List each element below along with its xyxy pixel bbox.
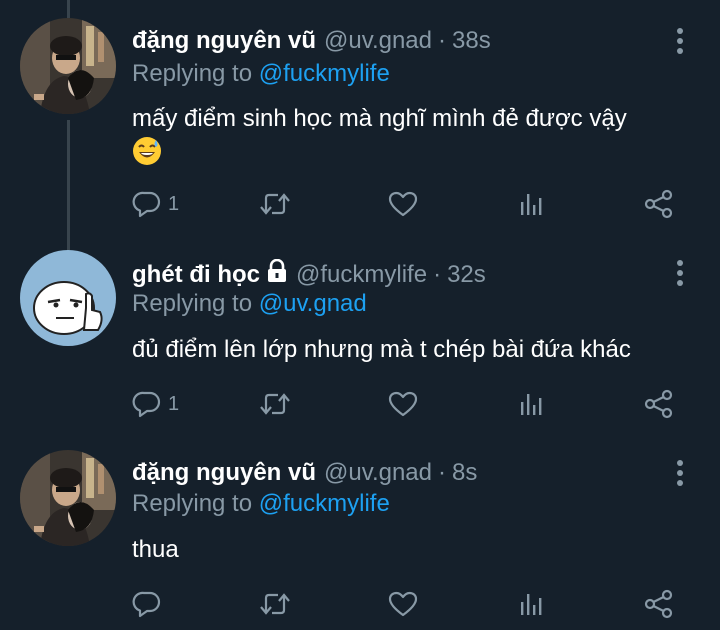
avatar[interactable] [20,450,116,546]
analytics-icon [521,394,542,415]
tweet[interactable]: đặng nguyên vũ @uv.gnad · 38s Replying t… [0,0,720,232]
more-icon[interactable] [670,26,690,56]
replying-to-label: Replying to [132,290,253,317]
timestamp[interactable]: 8s [452,459,477,487]
more-icon[interactable] [670,458,690,488]
mention-link[interactable]: @fuckmylife [259,60,390,87]
username[interactable]: @uv.gnad [324,459,432,487]
retweet-button[interactable] [258,588,292,620]
mention-link[interactable]: @uv.gnad [259,290,367,317]
analytics-button[interactable] [518,588,546,620]
tweet-header: đặng nguyên vũ @uv.gnad · 8s [132,459,477,487]
reply-button[interactable]: 1 [132,188,179,220]
analytics-button[interactable] [518,388,546,420]
like-icon [388,391,418,417]
retweet-button[interactable] [258,388,292,420]
reply-count: 1 [168,392,180,415]
tweet-text: đủ điểm lên lớp nhưng mà t chép bài đứa … [132,333,692,367]
share-icon [644,389,673,419]
like-button[interactable] [388,588,418,620]
sweat-smile-emoji [132,136,162,176]
analytics-icon [521,594,542,615]
analytics-icon [521,194,542,215]
reply-button[interactable]: 1 [132,388,179,420]
share-button[interactable] [644,188,674,220]
timestamp[interactable]: 38s [452,27,491,55]
tweet[interactable]: đặng nguyên vũ @uv.gnad · 8s Replying to… [0,432,720,630]
share-icon [644,589,673,619]
replying-to-label: Replying to [132,490,253,517]
share-button[interactable] [644,588,674,620]
separator-dot: · [433,260,442,288]
display-name[interactable]: đặng nguyên vũ [132,459,316,487]
retweet-button[interactable] [258,188,292,220]
separator-dot: · [438,27,447,54]
avatar[interactable] [20,250,116,346]
replying-to: Replying to @fuckmylife [132,490,390,518]
tweet-text: mấy điểm sinh học mà nghĩ mình đẻ được v… [132,102,692,176]
share-icon [644,189,673,219]
tweet[interactable]: ghét đi học @fuckmylife · 32s Replying t… [0,232,720,432]
like-icon [388,191,418,217]
replying-to: Replying to @uv.gnad [132,290,367,318]
like-button[interactable] [388,388,418,420]
lock-icon [266,258,288,290]
tweet-text-content: thua [132,536,179,563]
tweet-header: ghét đi học @fuckmylife · 32s [132,258,486,290]
timestamp[interactable]: 32s [447,261,486,289]
reply-button[interactable] [132,588,168,620]
analytics-button[interactable] [518,188,546,220]
username[interactable]: @uv.gnad [324,27,432,55]
retweet-icon [260,193,290,215]
share-button[interactable] [644,388,674,420]
display-name[interactable]: đặng nguyên vũ [132,27,316,55]
reply-icon [132,191,161,218]
mention-link[interactable]: @fuckmylife [259,490,390,517]
tweet-text-content: mấy điểm sinh học mà nghĩ mình đẻ được v… [132,105,627,132]
more-icon[interactable] [670,258,690,288]
replying-to-label: Replying to [132,60,253,87]
like-button[interactable] [388,188,418,220]
separator-dot: · [438,459,447,486]
reply-count: 1 [168,192,180,215]
display-name[interactable]: ghét đi học [132,261,260,289]
reply-icon [132,591,161,618]
username[interactable]: @fuckmylife [296,261,427,289]
tweet-text-content: đủ điểm lên lớp nhưng mà t chép bài đứa … [132,336,631,363]
retweet-icon [260,593,290,615]
avatar[interactable] [20,18,116,114]
like-icon [388,591,418,617]
replying-to: Replying to @fuckmylife [132,60,390,88]
tweet-text: thua [132,533,692,567]
reply-icon [132,391,161,418]
tweet-header: đặng nguyên vũ @uv.gnad · 38s [132,27,491,55]
retweet-icon [260,393,290,415]
